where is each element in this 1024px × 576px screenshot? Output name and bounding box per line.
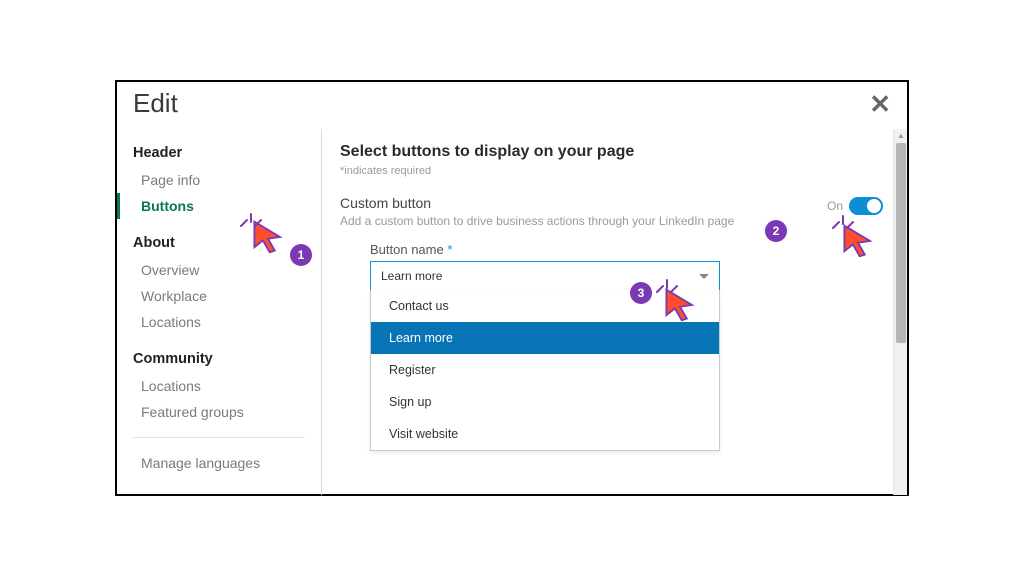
sidebar-item-featured-groups[interactable]: Featured groups <box>117 399 321 425</box>
sidebar-item-overview[interactable]: Overview <box>117 257 321 283</box>
scrollbar-thumb[interactable] <box>896 143 906 343</box>
dropdown-option-sign-up[interactable]: Sign up <box>371 386 719 418</box>
sparkle-icon-3 <box>653 274 683 298</box>
dropdown-option-learn-more[interactable]: Learn more <box>371 322 719 354</box>
sidebar-item-buttons[interactable]: Buttons <box>117 193 321 219</box>
button-name-selected-value: Learn more <box>381 269 442 283</box>
sidebar-item-manage-languages[interactable]: Manage languages <box>117 450 321 476</box>
close-icon[interactable]: ✕ <box>869 91 891 117</box>
dialog-titlebar: Edit ✕ <box>117 82 907 129</box>
sparkle-icon-1 <box>237 208 267 232</box>
scrollbar[interactable] <box>893 129 907 495</box>
annotation-badge-2: 2 <box>765 220 787 242</box>
dropdown-option-register[interactable]: Register <box>371 354 719 386</box>
sparkle-icon-2 <box>829 210 859 234</box>
dialog-title: Edit <box>133 88 178 119</box>
sidebar-item-comm-locations[interactable]: Locations <box>117 373 321 399</box>
required-mark: * <box>447 242 452 257</box>
sidebar-heading-community: Community <box>117 345 321 373</box>
custom-button-title: Custom button <box>340 195 827 211</box>
annotation-badge-3: 3 <box>630 282 652 304</box>
sidebar: Header Page info Buttons About Overview … <box>117 129 322 495</box>
main-heading: Select buttons to display on your page <box>340 143 883 161</box>
custom-button-description: Add a custom button to drive business ac… <box>340 214 827 228</box>
chevron-down-icon <box>699 274 709 279</box>
main-panel: Select buttons to display on your page *… <box>322 129 893 495</box>
dropdown-option-visit-website[interactable]: Visit website <box>371 418 719 450</box>
required-note: *indicates required <box>340 165 883 177</box>
button-name-label-text: Button name <box>370 242 444 257</box>
sidebar-item-locations[interactable]: Locations <box>117 309 321 335</box>
sidebar-divider <box>133 437 305 438</box>
sidebar-item-workplace[interactable]: Workplace <box>117 283 321 309</box>
edit-dialog: Edit ✕ Header Page info Buttons About Ov… <box>115 80 909 496</box>
sidebar-heading-header: Header <box>117 139 321 167</box>
annotation-badge-1: 1 <box>290 244 312 266</box>
sidebar-item-page-info[interactable]: Page info <box>117 167 321 193</box>
button-name-label: Button name * <box>370 242 720 257</box>
